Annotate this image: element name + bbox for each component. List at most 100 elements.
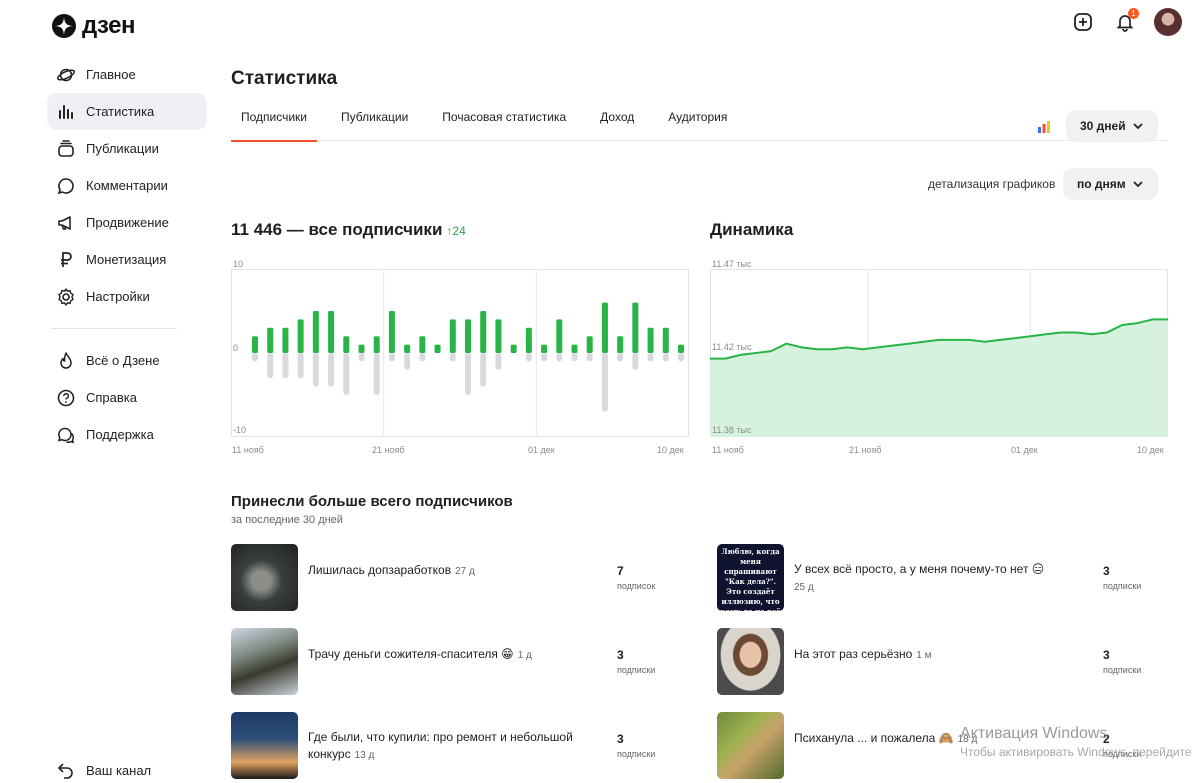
bar-positive xyxy=(586,336,593,353)
dzen-logo-icon xyxy=(52,14,76,38)
brand-logo[interactable]: дзен xyxy=(52,12,135,40)
back-to-channel-link[interactable]: Ваш канал xyxy=(47,752,151,783)
bar-negative xyxy=(632,353,639,370)
ruble-icon xyxy=(61,251,72,267)
sidebar-item-label: Ваш канал xyxy=(86,763,152,778)
x-tick-label: 11 нояб xyxy=(232,445,264,455)
x-tick-label: 11 нояб xyxy=(712,445,744,455)
bar-positive xyxy=(556,319,563,353)
bar-negative xyxy=(647,353,654,362)
plus-square-icon xyxy=(1074,13,1092,31)
sidebar-item-label: Статистика xyxy=(86,104,155,119)
gear-icon xyxy=(58,287,74,306)
thumbnail-quote: Люблю, когда меня спрашивают "Как дела?"… xyxy=(720,547,780,611)
sidebar-item-main[interactable]: Главное xyxy=(47,56,207,93)
color-bars-icon[interactable] xyxy=(1036,118,1052,134)
bar-negative xyxy=(525,353,532,362)
top-publications-subtitle: за последние 30 дней xyxy=(231,514,343,526)
subscribers-count: 3 xyxy=(1103,564,1110,578)
bar-positive xyxy=(358,344,365,353)
bar-negative xyxy=(252,353,258,362)
subscribers-total: 11 446 — все подписчики xyxy=(231,220,443,239)
publication-title: Трачу деньги сожителя-спасителя 😁 1 д xyxy=(308,647,532,661)
x-tick-label: 10 дек xyxy=(657,445,684,455)
publication-item[interactable]: Лишилась допзаработков 27 д 7 подписок xyxy=(231,544,671,612)
period-value: 30 дней xyxy=(1080,119,1126,133)
bar-positive xyxy=(495,319,502,353)
bar-positive xyxy=(282,327,289,353)
detail-label: детализация графиков xyxy=(928,177,1056,191)
tab-audience[interactable]: Аудитория xyxy=(658,100,737,141)
publication-item[interactable]: Где были, что купили: про ремонт и небол… xyxy=(231,712,671,780)
period-select[interactable]: 30 дней xyxy=(1066,110,1158,142)
publication-thumbnail xyxy=(717,628,784,695)
bar-negative xyxy=(419,353,426,362)
bar-positive xyxy=(419,336,426,353)
sidebar-item-label: Справка xyxy=(86,390,137,405)
bar-positive xyxy=(267,327,274,353)
subscribers-count: 3 xyxy=(617,732,624,746)
subscribers-unit: подписки xyxy=(1103,581,1142,591)
bar-positive xyxy=(632,302,639,353)
bar-negative xyxy=(617,353,624,362)
sidebar-item-label: Публикации xyxy=(86,141,159,156)
bar-positive xyxy=(525,327,532,353)
sidebar-item-comments[interactable]: Комментарии xyxy=(47,167,207,204)
subscribers-unit: подписки xyxy=(617,665,656,675)
sidebar-item-support[interactable]: Поддержка xyxy=(47,416,207,453)
bar-positive xyxy=(297,319,304,353)
sidebar-item-monetization[interactable]: Монетизация xyxy=(47,241,207,278)
sidebar-item-promotion[interactable]: Продвижение xyxy=(47,204,207,241)
subscribers-bar-chart xyxy=(231,269,689,437)
sidebar-item-about[interactable]: Всё о Дзене xyxy=(47,342,207,379)
tab-hourly[interactable]: Почасовая статистика xyxy=(432,100,576,141)
bar-positive xyxy=(480,311,487,353)
tab-subscribers[interactable]: Подписчики xyxy=(231,100,318,142)
bar-negative xyxy=(571,353,578,362)
bar-negative xyxy=(328,353,335,387)
detail-select[interactable]: по дням xyxy=(1063,168,1158,200)
flame-icon xyxy=(60,351,72,369)
create-button[interactable] xyxy=(1070,9,1096,35)
bar-positive xyxy=(434,344,441,353)
publication-thumbnail: Люблю, когда меня спрашивают "Как дела?"… xyxy=(717,544,784,611)
back-arrow-icon xyxy=(57,762,73,779)
sidebar-item-help[interactable]: Справка xyxy=(47,379,207,416)
sidebar-item-stats[interactable]: Статистика xyxy=(47,93,207,130)
windows-activation-subtitle: Чтобы активировать Windows, перейдите xyxy=(960,745,1192,759)
bar-negative xyxy=(297,353,304,379)
publication-item[interactable]: Трачу деньги сожителя-спасителя 😁 1 д 3 п… xyxy=(231,628,671,696)
sidebar-item-publications[interactable]: Публикации xyxy=(47,130,207,167)
bar-positive xyxy=(662,327,669,353)
bar-negative xyxy=(388,353,395,362)
subscribers-count: 3 xyxy=(1103,648,1110,662)
dynamics-area-chart xyxy=(710,269,1168,437)
publication-item[interactable]: На этот раз серьёзно 1 м 3 подписки xyxy=(717,628,1157,696)
publication-thumbnail xyxy=(717,712,784,779)
tab-income[interactable]: Доход xyxy=(590,100,644,141)
user-avatar[interactable] xyxy=(1154,8,1182,36)
sidebar-item-settings[interactable]: Настройки xyxy=(47,278,207,315)
bar-positive xyxy=(252,336,258,353)
notification-badge: 1 xyxy=(1128,8,1139,19)
sidebar-item-label: Главное xyxy=(86,67,136,82)
stats-icon xyxy=(59,104,73,119)
windows-activation-title: Активация Windows xyxy=(960,725,1108,742)
bar-positive xyxy=(678,344,684,353)
bar-positive xyxy=(373,336,380,353)
bar-positive xyxy=(312,311,319,353)
bar-positive xyxy=(541,344,548,353)
publication-thumbnail xyxy=(231,544,298,611)
chevron-down-icon xyxy=(1132,123,1143,130)
x-tick-label: 21 нояб xyxy=(372,445,405,455)
publication-title: Лишилась допзаработков 27 д xyxy=(308,563,475,577)
tab-publications[interactable]: Публикации xyxy=(331,100,418,141)
x-tick-label: 01 дек xyxy=(1011,445,1038,455)
publication-item[interactable]: Люблю, когда меня спрашивают "Как дела?"… xyxy=(717,544,1157,612)
notifications-button[interactable]: 1 xyxy=(1112,8,1139,35)
bar-negative xyxy=(480,353,487,387)
subscribers-count: 3 xyxy=(617,648,624,662)
bar-negative xyxy=(662,353,669,362)
sidebar-item-label: Комментарии xyxy=(86,178,168,193)
bar-negative xyxy=(358,353,365,362)
